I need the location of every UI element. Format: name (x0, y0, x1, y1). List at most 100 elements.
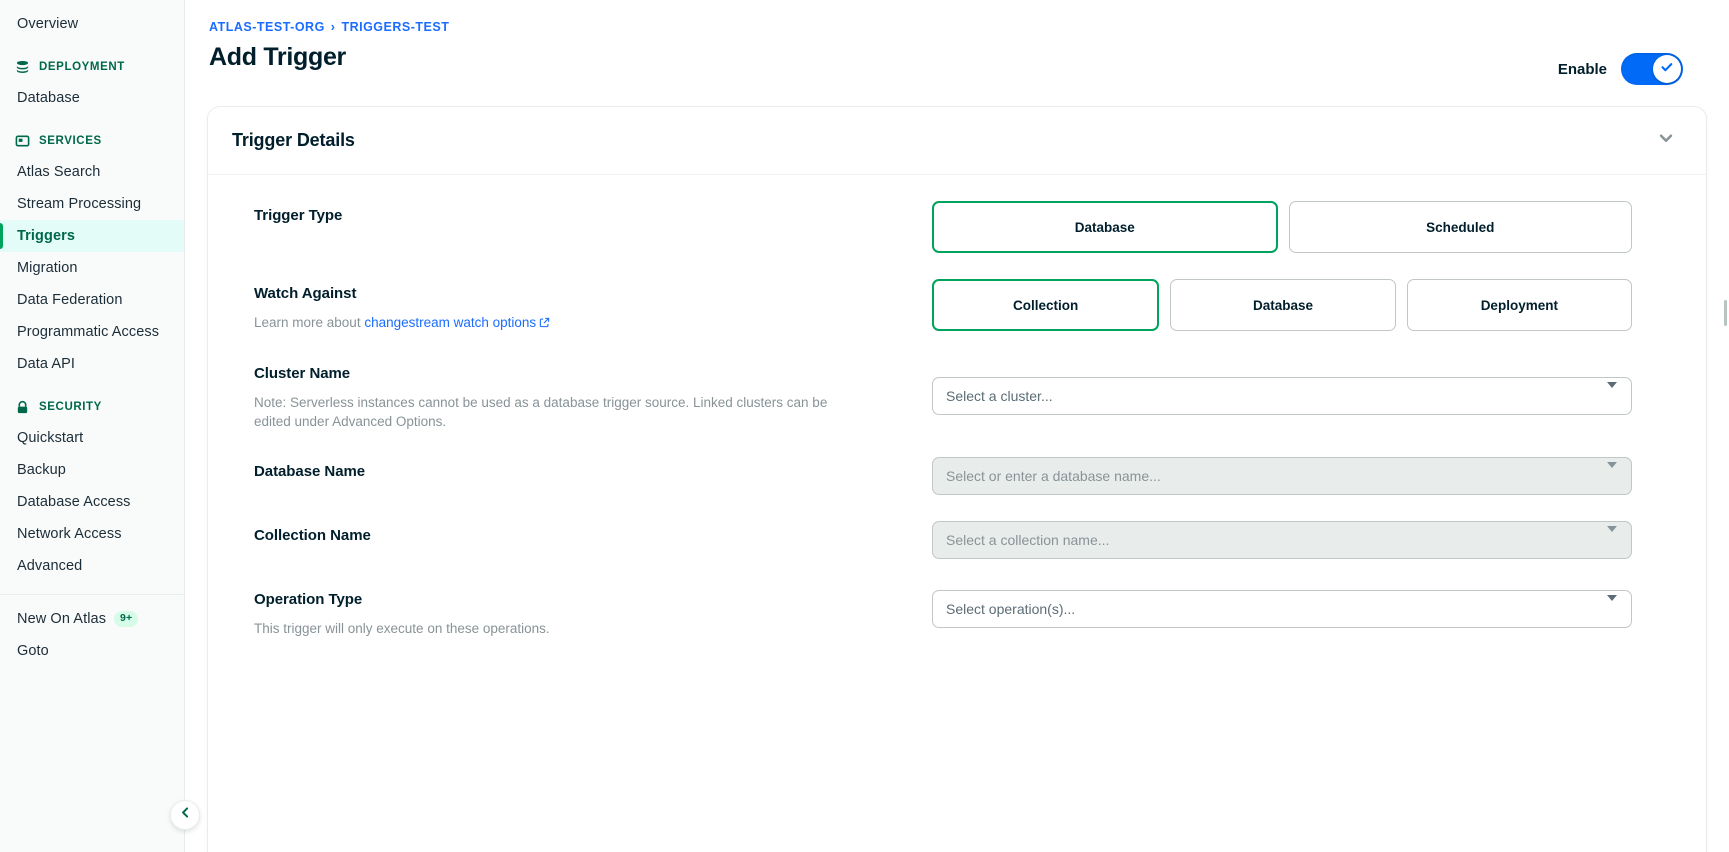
sidebar-group-services: SERVICES (0, 126, 184, 156)
sidebar-item-label: Stream Processing (17, 196, 141, 212)
database-name-select-value: Select or enter a database name... (946, 468, 1161, 484)
row-database-name-left: Database Name (232, 457, 932, 480)
watch-against-help: Learn more about changestream watch opti… (254, 313, 834, 333)
row-watch-against-right: Collection Database Deployment (932, 279, 1632, 331)
sidebar-item-data-api[interactable]: Data API (0, 348, 184, 380)
watch-against-help-prefix: Learn more about (254, 315, 364, 330)
sidebar-item-database-access[interactable]: Database Access (0, 486, 184, 518)
lock-icon (15, 400, 30, 415)
row-trigger-type-left: Trigger Type (232, 201, 932, 224)
sidebar-group-label: SERVICES (39, 135, 102, 147)
sidebar-item-advanced[interactable]: Advanced (0, 550, 184, 582)
sidebar-item-atlas-search[interactable]: Atlas Search (0, 156, 184, 188)
sidebar-collapse-button[interactable] (170, 800, 200, 830)
option-label: Deployment (1481, 298, 1558, 313)
trigger-type-option-scheduled[interactable]: Scheduled (1289, 201, 1633, 253)
sidebar-group-label: SECURITY (39, 401, 102, 413)
trigger-type-option-database[interactable]: Database (932, 201, 1278, 253)
sidebar-item-backup[interactable]: Backup (0, 454, 184, 486)
breadcrumb-project[interactable]: TRIGGERS-TEST (341, 20, 449, 34)
watch-against-option-collection[interactable]: Collection (932, 279, 1159, 331)
breadcrumb[interactable]: ATLAS-TEST-ORG › TRIGGERS-TEST (209, 20, 449, 34)
watch-against-option-database[interactable]: Database (1170, 279, 1395, 331)
new-on-atlas-badge: 9+ (114, 611, 138, 627)
sidebar-item-goto[interactable]: Goto (0, 635, 184, 667)
cluster-name-help: Note: Serverless instances cannot be use… (254, 393, 834, 431)
row-collection-name-left: Collection Name (232, 521, 932, 544)
page-scrollbar[interactable] (1724, 300, 1727, 326)
row-collection-name: Collection Name Select a collection name… (208, 521, 1706, 559)
chevron-down-icon (1607, 388, 1617, 404)
collection-name-select-value: Select a collection name... (946, 532, 1109, 548)
option-label: Database (1075, 220, 1135, 235)
row-watch-against: Watch Against Learn more about changestr… (208, 279, 1706, 333)
services-window-icon (15, 134, 30, 149)
sidebar-item-label: Advanced (17, 558, 82, 574)
sidebar-item-label: Backup (17, 462, 66, 478)
row-watch-against-left: Watch Against Learn more about changestr… (232, 279, 932, 333)
database-name-label: Database Name (254, 463, 932, 480)
enable-toggle[interactable] (1621, 53, 1683, 85)
operation-type-select-value: Select operation(s)... (946, 601, 1075, 617)
chevron-down-icon (1607, 468, 1617, 484)
breadcrumb-separator: › (331, 20, 336, 34)
enable-label: Enable (1558, 61, 1607, 78)
enable-toggle-group: Enable (1558, 53, 1683, 85)
option-label: Database (1253, 298, 1313, 313)
main-content: ATLAS-TEST-ORG › TRIGGERS-TEST Add Trigg… (185, 0, 1729, 852)
panel-header: Trigger Details (208, 107, 1706, 175)
sidebar-item-label: Database (17, 90, 80, 106)
sidebar-item-label: Network Access (17, 526, 122, 542)
cluster-name-label: Cluster Name (254, 365, 932, 382)
cluster-name-select[interactable]: Select a cluster... (932, 377, 1632, 415)
row-operation-type-right: Select operation(s)... (932, 585, 1632, 628)
database-name-select[interactable]: Select or enter a database name... (932, 457, 1632, 495)
sidebar: Overview DEPLOYMENT Database (0, 0, 185, 852)
sidebar-item-label: Quickstart (17, 430, 83, 446)
collection-name-select[interactable]: Select a collection name... (932, 521, 1632, 559)
sidebar-item-network-access[interactable]: Network Access (0, 518, 184, 550)
watch-against-option-deployment[interactable]: Deployment (1407, 279, 1632, 331)
trigger-details-panel: Trigger Details Trigger Type (207, 106, 1707, 852)
panel-title: Trigger Details (232, 130, 355, 151)
row-operation-type: Operation Type This trigger will only ex… (208, 585, 1706, 638)
row-database-name-right: Select or enter a database name... (932, 457, 1632, 495)
sidebar-item-quickstart[interactable]: Quickstart (0, 422, 184, 454)
toggle-knob (1653, 55, 1681, 83)
cluster-name-select-value: Select a cluster... (946, 388, 1053, 404)
sidebar-group-label: DEPLOYMENT (39, 61, 125, 73)
page-header-left: ATLAS-TEST-ORG › TRIGGERS-TEST Add Trigg… (209, 20, 449, 72)
trigger-type-options: Database Scheduled (932, 201, 1632, 253)
sidebar-item-label: New On Atlas (17, 611, 106, 627)
trigger-type-label: Trigger Type (254, 207, 932, 224)
breadcrumb-org[interactable]: ATLAS-TEST-ORG (209, 20, 325, 34)
sidebar-item-programmatic-access[interactable]: Programmatic Access (0, 316, 184, 348)
row-trigger-type-right: Database Scheduled (932, 201, 1632, 253)
changestream-watch-options-link[interactable]: changestream watch options (364, 315, 536, 330)
option-label: Scheduled (1426, 220, 1494, 235)
sidebar-item-overview[interactable]: Overview (0, 8, 184, 40)
page-title: Add Trigger (209, 43, 449, 72)
check-icon (1659, 59, 1675, 80)
sidebar-item-data-federation[interactable]: Data Federation (0, 284, 184, 316)
sidebar-item-triggers[interactable]: Triggers (0, 220, 184, 252)
sidebar-item-label: Goto (17, 643, 49, 659)
sidebar-item-label: Atlas Search (17, 164, 100, 180)
sidebar-item-label: Overview (17, 16, 78, 32)
panel-collapse-button[interactable] (1652, 127, 1680, 155)
sidebar-item-new-on-atlas[interactable]: New On Atlas 9+ (0, 603, 184, 635)
sidebar-item-database[interactable]: Database (0, 82, 184, 114)
operation-type-select[interactable]: Select operation(s)... (932, 590, 1632, 628)
sidebar-item-migration[interactable]: Migration (0, 252, 184, 284)
sidebar-item-label: Data API (17, 356, 75, 372)
sidebar-item-label: Database Access (17, 494, 131, 510)
row-collection-name-right: Select a collection name... (932, 521, 1632, 559)
sidebar-item-stream-processing[interactable]: Stream Processing (0, 188, 184, 220)
row-cluster-name-right: Select a cluster... (932, 359, 1632, 415)
sidebar-group-security: SECURITY (0, 392, 184, 422)
sidebar-divider (0, 594, 184, 595)
row-cluster-name: Cluster Name Note: Serverless instances … (208, 359, 1706, 431)
app-root: Overview DEPLOYMENT Database (0, 0, 1729, 852)
row-operation-type-left: Operation Type This trigger will only ex… (232, 585, 932, 638)
row-trigger-type: Trigger Type Database Scheduled (208, 201, 1706, 253)
